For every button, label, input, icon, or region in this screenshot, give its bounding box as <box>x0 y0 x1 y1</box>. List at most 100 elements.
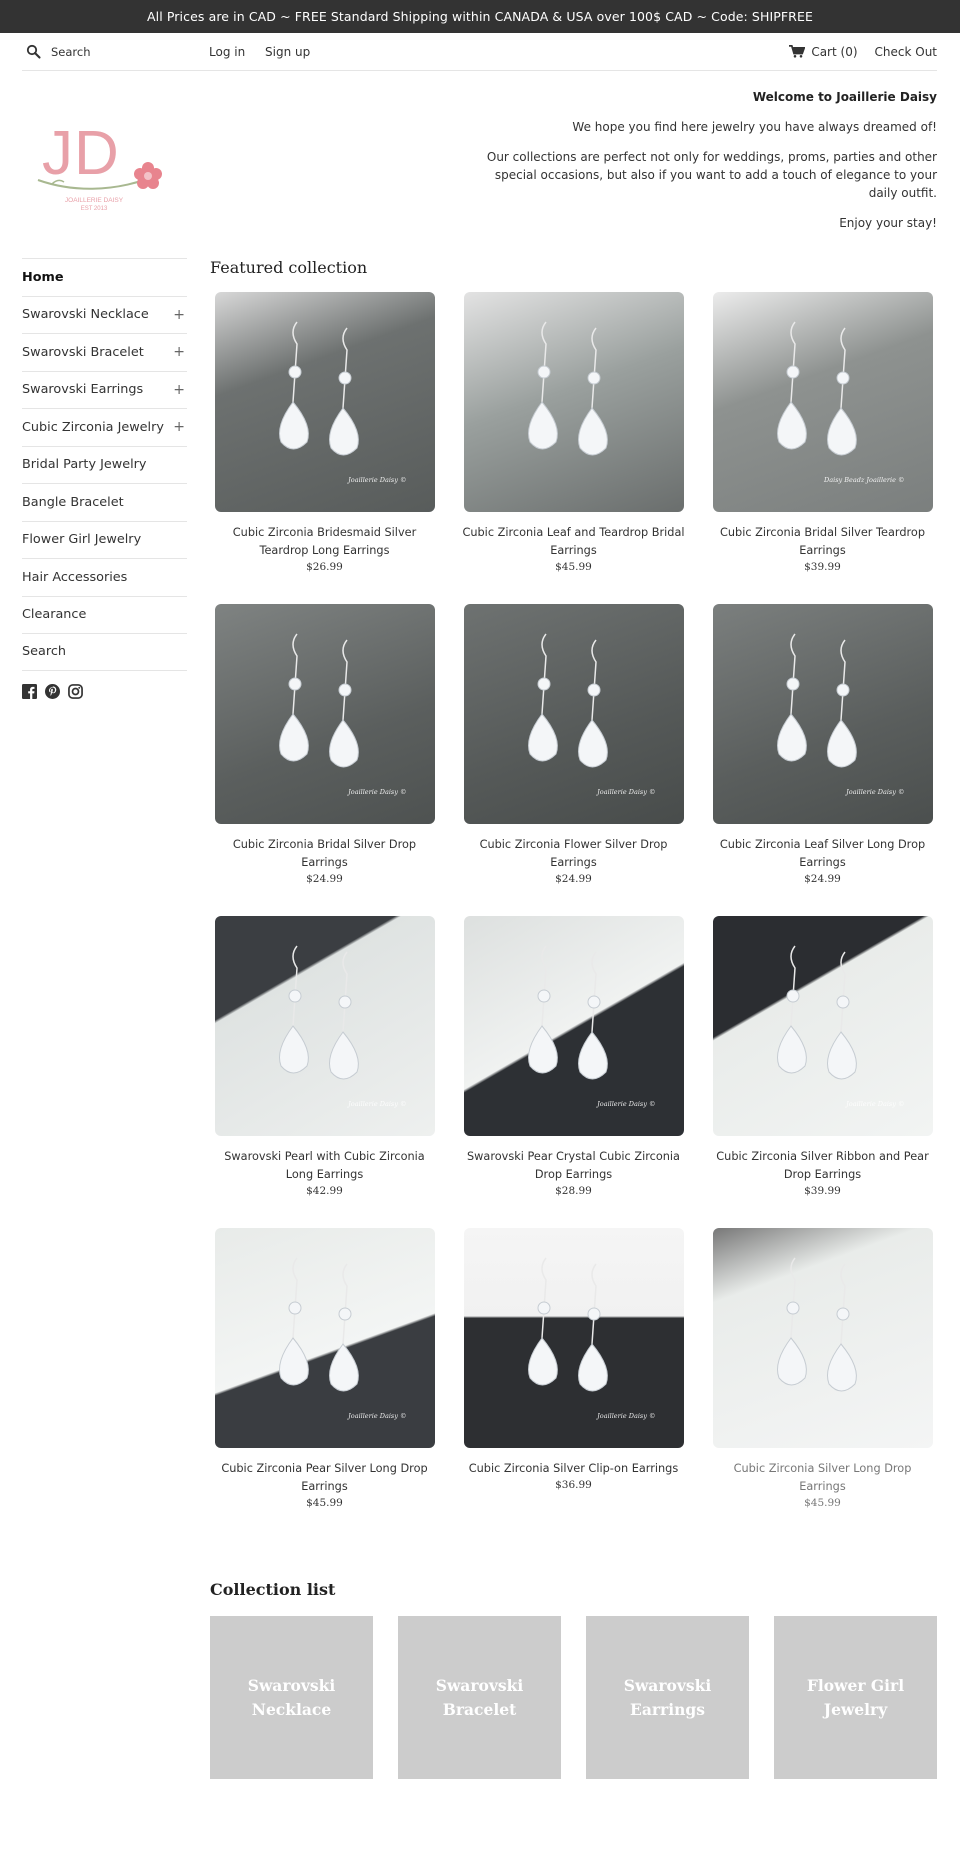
product-title[interactable]: Cubic Zirconia Bridesmaid Silver Teardro… <box>210 524 439 560</box>
welcome-message: Welcome to Joaillerie Daisy We hope you … <box>467 88 937 244</box>
cart-area: Cart (0) Check Out <box>789 45 937 59</box>
sidebar-nav: Home Swarovski Necklace + Swarovski Brace… <box>22 258 187 699</box>
collection-tile-flower-girl-jewelry[interactable]: Flower Girl Jewelry <box>774 1616 937 1779</box>
collection-tile-swarovski-necklace[interactable]: Swarovski Necklace <box>210 1616 373 1779</box>
product-image[interactable]: Joaillerie Daisy © <box>463 1228 684 1448</box>
pinterest-icon[interactable] <box>45 683 60 699</box>
product-image[interactable]: Joaillerie Daisy © <box>214 916 435 1136</box>
product-card[interactable]: Joaillerie Daisy © Cubic Zirconia Silver … <box>459 1228 688 1540</box>
sidebar-item-flower-girl-jewelry[interactable]: Flower Girl Jewelry <box>22 520 187 559</box>
product-title[interactable]: Cubic Zirconia Pear Silver Long Drop Ear… <box>210 1460 439 1496</box>
sidebar-item-swarovski-bracelet[interactable]: Swarovski Bracelet + <box>22 333 187 371</box>
product-card[interactable]: Joaillerie Daisy © Swarovski Pearl with C… <box>210 916 439 1228</box>
signup-link[interactable]: Sign up <box>265 45 310 59</box>
product-price: $36.99 <box>555 1479 592 1491</box>
cart-icon <box>789 45 806 58</box>
image-watermark: Joaillerie Daisy © <box>348 788 407 796</box>
expand-icon[interactable]: + <box>173 344 187 360</box>
search-icon[interactable] <box>26 44 41 59</box>
sidebar-item-swarovski-necklace[interactable]: Swarovski Necklace + <box>22 295 187 334</box>
product-price: $26.99 <box>306 561 343 573</box>
welcome-line-1: We hope you find here jewelry you have a… <box>572 120 937 134</box>
sidebar-item-label: Bridal Party Jewelry <box>22 457 147 473</box>
sidebar-item-label: Swarovski Bracelet <box>22 344 144 360</box>
svg-text:JOAILLERIE DAISY: JOAILLERIE DAISY <box>65 197 124 204</box>
product-title[interactable]: Cubic Zirconia Flower Silver Drop Earrin… <box>459 836 688 872</box>
sidebar-item-label: Swarovski Necklace <box>22 307 149 323</box>
product-price: $24.99 <box>306 873 343 885</box>
account-links: Log in Sign up <box>209 45 326 59</box>
product-card[interactable]: Joaillerie Daisy © Cubic Zirconia Flower … <box>459 604 688 916</box>
collection-tile-swarovski-bracelet[interactable]: Swarovski Bracelet <box>398 1616 561 1779</box>
product-image[interactable]: Joaillerie Daisy © <box>214 604 435 824</box>
search-form <box>22 44 209 59</box>
image-watermark: Joaillerie Daisy © <box>846 1100 905 1108</box>
login-link[interactable]: Log in <box>209 45 245 59</box>
product-price: $39.99 <box>804 1185 841 1197</box>
product-image[interactable]: Joaillerie Daisy © <box>712 604 933 824</box>
sidebar-item-cubic-zirconia-jewelry[interactable]: Cubic Zirconia Jewelry + <box>22 408 187 446</box>
product-card[interactable]: Daisy Beadz Joaillerie © Cubic Zirconia B… <box>708 292 937 604</box>
sidebar-item-swarovski-earrings[interactable]: Swarovski Earrings + <box>22 370 187 409</box>
product-card[interactable]: Cubic Zirconia Leaf and Teardrop Bridal … <box>459 292 688 604</box>
product-title[interactable]: Cubic Zirconia Silver Long Drop Earrings <box>708 1460 937 1496</box>
product-price: $42.99 <box>306 1185 343 1197</box>
product-title[interactable]: Cubic Zirconia Bridal Silver Drop Earrin… <box>210 836 439 872</box>
svg-text:D: D <box>74 119 119 188</box>
expand-icon[interactable]: + <box>173 419 187 435</box>
search-input[interactable] <box>51 44 191 59</box>
product-card[interactable]: Cubic Zirconia Silver Long Drop Earrings… <box>708 1228 937 1540</box>
image-watermark: Joaillerie Daisy © <box>597 1412 656 1420</box>
product-card[interactable]: Joaillerie Daisy © Cubic Zirconia Bridesm… <box>210 292 439 604</box>
image-watermark: Joaillerie Daisy © <box>348 1100 407 1108</box>
product-card[interactable]: Joaillerie Daisy © Cubic Zirconia Pear Si… <box>210 1228 439 1540</box>
product-grid: Joaillerie Daisy © Cubic Zirconia Bridesm… <box>210 292 937 1540</box>
product-card[interactable]: Joaillerie Daisy © Cubic Zirconia Leaf Si… <box>708 604 937 916</box>
product-card[interactable]: Joaillerie Daisy © Cubic Zirconia Bridal … <box>210 604 439 916</box>
cart-link[interactable]: Cart (0) <box>789 45 858 59</box>
sidebar-item-bangle-bracelet[interactable]: Bangle Bracelet <box>22 483 187 521</box>
product-image[interactable]: Joaillerie Daisy © <box>463 916 684 1136</box>
image-watermark: Joaillerie Daisy © <box>597 1100 656 1108</box>
collection-list-title: Collection list <box>210 1580 336 1599</box>
product-title[interactable]: Cubic Zirconia Leaf and Teardrop Bridal … <box>459 524 688 560</box>
sidebar-item-label: Search <box>22 644 66 660</box>
svg-text:EST 2013: EST 2013 <box>81 206 108 212</box>
welcome-heading: Welcome to Joaillerie Daisy <box>752 90 937 104</box>
top-bar: Log in Sign up Cart (0) Check Out <box>22 33 937 71</box>
product-card[interactable]: Joaillerie Daisy © Cubic Zirconia Silver … <box>708 916 937 1228</box>
product-title[interactable]: Cubic Zirconia Silver Clip-on Earrings <box>459 1460 688 1478</box>
product-card[interactable]: Joaillerie Daisy © Swarovski Pear Crystal… <box>459 916 688 1228</box>
product-image[interactable]: Joaillerie Daisy © <box>712 916 933 1136</box>
product-price: $39.99 <box>804 561 841 573</box>
product-image[interactable]: Joaillerie Daisy © <box>463 604 684 824</box>
expand-icon[interactable]: + <box>173 307 187 323</box>
product-title[interactable]: Cubic Zirconia Bridal Silver Teardrop Ea… <box>708 524 937 560</box>
product-price: $45.99 <box>804 1497 841 1509</box>
sidebar-item-label: Bangle Bracelet <box>22 494 124 510</box>
product-image[interactable]: Joaillerie Daisy © <box>214 292 435 512</box>
checkout-link[interactable]: Check Out <box>875 45 937 59</box>
product-title[interactable]: Swarovski Pearl with Cubic Zirconia Long… <box>210 1148 439 1184</box>
product-title[interactable]: Cubic Zirconia Silver Ribbon and Pear Dr… <box>708 1148 937 1184</box>
image-watermark: Joaillerie Daisy © <box>597 788 656 796</box>
welcome-line-3: Enjoy your stay! <box>839 216 937 230</box>
product-title[interactable]: Swarovski Pear Crystal Cubic Zirconia Dr… <box>459 1148 688 1184</box>
sidebar-item-clearance[interactable]: Clearance <box>22 595 187 634</box>
store-logo[interactable]: J D JOAILLERIE DAISY EST 2013 <box>32 112 172 212</box>
product-title[interactable]: Cubic Zirconia Leaf Silver Long Drop Ear… <box>708 836 937 872</box>
sidebar-item-bridal-party-jewelry[interactable]: Bridal Party Jewelry <box>22 445 187 484</box>
sidebar-item-search[interactable]: Search <box>22 633 187 671</box>
collection-tile-swarovski-earrings[interactable]: Swarovski Earrings <box>586 1616 749 1779</box>
product-image[interactable]: Joaillerie Daisy © <box>214 1228 435 1448</box>
product-image[interactable] <box>463 292 684 512</box>
instagram-icon[interactable] <box>68 683 83 699</box>
facebook-icon[interactable] <box>22 683 37 699</box>
sidebar-item-label: Clearance <box>22 607 87 623</box>
product-image[interactable]: Daisy Beadz Joaillerie © <box>712 292 933 512</box>
featured-collection-title: Featured collection <box>210 258 368 277</box>
product-image[interactable] <box>712 1228 933 1448</box>
expand-icon[interactable]: + <box>173 382 187 398</box>
sidebar-item-hair-accessories[interactable]: Hair Accessories <box>22 558 187 596</box>
sidebar-item-home[interactable]: Home <box>22 258 187 296</box>
